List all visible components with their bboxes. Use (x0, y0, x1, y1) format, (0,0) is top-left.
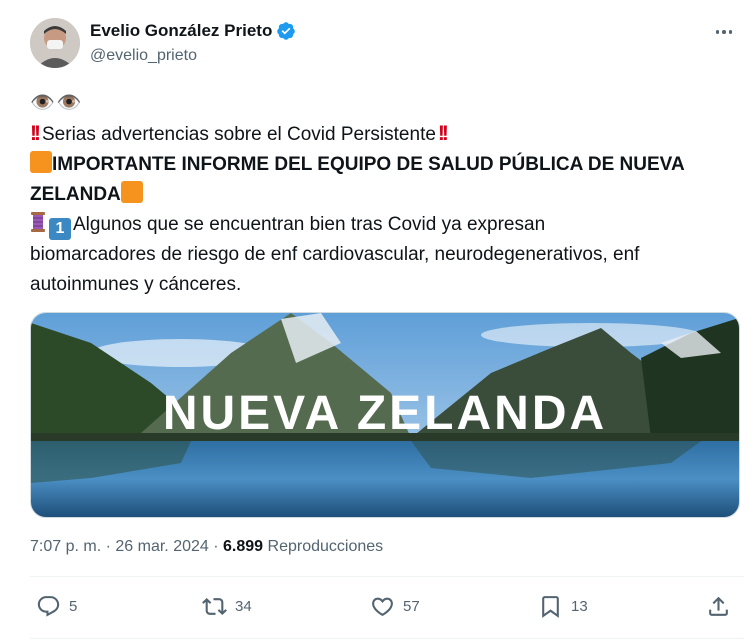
bookmark-icon (542, 596, 559, 618)
orange-square-icon (30, 151, 52, 173)
post-line-heading-cont: ZELANDA (30, 180, 742, 210)
post-header: Evelio González Prieto @evelio_prieto (30, 18, 744, 74)
like-button[interactable]: 57 (370, 594, 420, 619)
post-line-eyes: 👁️👁️ (30, 92, 84, 114)
post-meta: 7:07 p. m. · 26 mar. 2024 · 6.899 Reprod… (30, 538, 384, 555)
orange-square-icon (120, 181, 143, 203)
thread-spool-icon (31, 212, 45, 232)
bookmark-button[interactable]: 13 (538, 594, 588, 619)
double-exclamation-icon: !! (437, 122, 449, 145)
double-exclamation-icon: !! (30, 122, 41, 145)
post-line-heading: IMPORTANTE INFORME DEL EQUIPO DE SALUD P… (30, 150, 742, 180)
more-options-icon[interactable] (712, 20, 736, 44)
post-line-body-2: biomarcadores de riesgo de enf cardiovas… (30, 244, 640, 265)
view-count: 6.899 (223, 538, 264, 555)
image-overlay-text: NUEVA ZELANDA (163, 387, 607, 440)
avatar[interactable] (30, 18, 80, 68)
reply-count: 5 (69, 598, 78, 615)
post-line-body-1: 1 Algunos que se encuentran bien tras Cov… (30, 210, 742, 240)
author-name[interactable]: Evelio González Prieto (90, 21, 272, 41)
post-date[interactable]: 26 mar. 2024 (115, 538, 208, 555)
post-line-warning: !! Serias advertencias sobre el Covid Per… (30, 122, 449, 145)
repost-button[interactable]: 34 (202, 594, 252, 619)
divider (30, 638, 744, 639)
post-image[interactable]: NUEVA ZELANDA (30, 312, 740, 518)
author-handle[interactable]: @evelio_prieto (90, 47, 197, 65)
divider (30, 576, 744, 577)
post-text: 👁️👁️ !! Serias advertencias sobre el Covi… (30, 88, 742, 300)
heart-icon (372, 597, 393, 617)
reply-icon (37, 596, 60, 617)
share-icon (709, 596, 728, 616)
like-count: 57 (403, 598, 420, 615)
action-bar: 5 34 57 13 (30, 594, 744, 624)
share-button[interactable] (706, 594, 739, 619)
post-time[interactable]: 7:07 p. m. (30, 538, 101, 555)
reply-button[interactable]: 5 (36, 594, 77, 619)
keycap-one-icon: 1 (49, 218, 71, 240)
repost-count: 34 (235, 598, 252, 615)
repost-icon (202, 598, 227, 615)
post-line-body-3: autoinmunes y cánceres. (30, 274, 242, 295)
bookmark-count: 13 (571, 598, 588, 615)
views-label: Reproducciones (267, 538, 384, 555)
verified-badge-icon (277, 22, 296, 40)
